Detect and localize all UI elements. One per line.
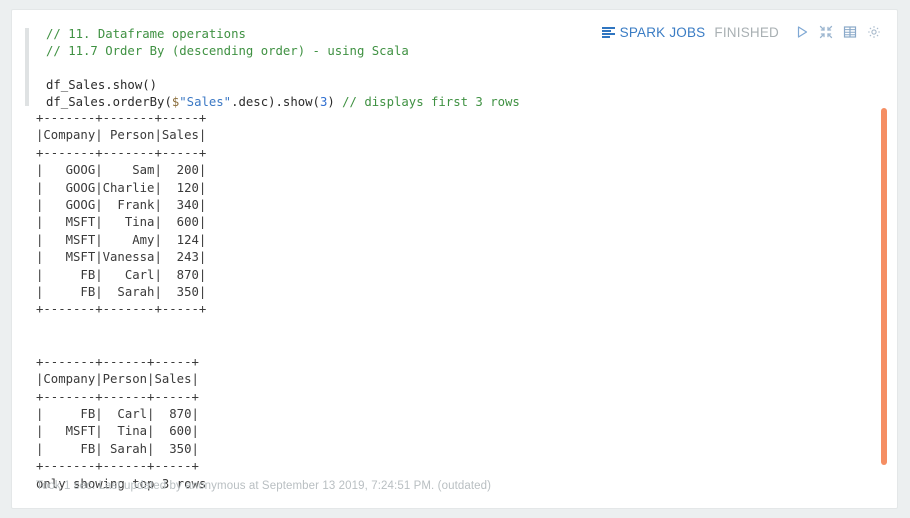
code-token: .desc).show( (231, 95, 320, 109)
table-view-icon[interactable] (839, 22, 861, 42)
code-token: df_Sales.show() (46, 78, 158, 92)
code-token: ) (327, 95, 343, 109)
notebook-page: SPARK JOBS FINISHED // 11. Dataframe ope… (0, 0, 910, 518)
code-token: df_Sales.orderBy( (46, 95, 172, 109)
code-token: "Sales" (179, 95, 232, 109)
run-play-icon[interactable] (791, 22, 813, 42)
code-token: // 11. Dataframe operations (46, 27, 246, 41)
paragraph-footer-status: Took 1 sec. Last updated by anonymous at… (36, 480, 492, 492)
notebook-paragraph-card: SPARK JOBS FINISHED // 11. Dataframe ope… (11, 9, 898, 509)
job-state-badge: FINISHED (714, 24, 779, 40)
output-scrollbar-thumb[interactable] (881, 108, 887, 465)
output-text: +-------+-------+-----+ |Company| Person… (36, 111, 207, 491)
code-editor[interactable]: // 11. Dataframe operations // 11.7 Orde… (25, 26, 645, 111)
collapse-icon[interactable] (815, 22, 837, 42)
code-source[interactable]: // 11. Dataframe operations // 11.7 Orde… (25, 26, 645, 111)
code-gutter-bar (25, 28, 29, 106)
code-token: // displays first 3 rows (342, 95, 520, 109)
settings-gear-icon[interactable] (863, 22, 885, 42)
paragraph-output: +-------+-------+-----+ |Company| Person… (25, 108, 887, 491)
output-scrollbar[interactable] (881, 108, 887, 468)
code-token: // 11.7 Order By (descending order) - us… (46, 44, 409, 58)
